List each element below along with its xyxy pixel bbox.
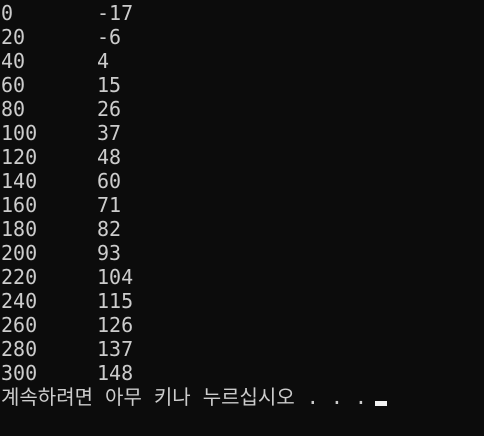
fahrenheit-value: 140 [1,169,38,193]
fahrenheit-value: 20 [1,25,26,49]
fahrenheit-value: 260 [1,313,38,337]
text-cursor [374,401,387,406]
press-any-key-prompt: 계속하려면 아무 키나 누르십시오 . . . [1,385,387,409]
fahrenheit-value: 180 [1,217,38,241]
fahrenheit-value: 300 [1,361,38,385]
fahrenheit-value: 40 [1,49,26,73]
celsius-value: 15 [97,73,122,97]
celsius-value: 137 [97,337,134,361]
celsius-value: 4 [97,49,110,73]
output-row: 0 -17 [1,1,483,25]
output-row: 200 93 [1,241,483,265]
fahrenheit-value: 120 [1,145,38,169]
output-row: 80 26 [1,97,483,121]
fahrenheit-value: 160 [1,193,38,217]
fahrenheit-value: 100 [1,121,38,145]
celsius-value: -17 [97,1,134,25]
celsius-value: 26 [97,97,122,121]
fahrenheit-value: 200 [1,241,38,265]
celsius-value: 126 [97,313,134,337]
output-row: 40 4 [1,49,483,73]
output-row: 20 -6 [1,25,483,49]
celsius-value: 104 [97,265,134,289]
output-row: 260 126 [1,313,483,337]
fahrenheit-value: 280 [1,337,38,361]
output-row: 100 37 [1,121,483,145]
celsius-value: 82 [97,217,122,241]
celsius-value: 115 [97,289,134,313]
celsius-value: 48 [97,145,122,169]
output-row: 180 82 [1,217,483,241]
celsius-value: 71 [97,193,122,217]
fahrenheit-value: 80 [1,97,26,121]
fahrenheit-value: 0 [1,1,14,25]
output-row: 220 104 [1,265,483,289]
fahrenheit-value: 220 [1,265,38,289]
output-row: 240 115 [1,289,483,313]
celsius-value: 37 [97,121,122,145]
output-row: 280 137 [1,337,483,361]
celsius-value: -6 [97,25,122,49]
output-row: 120 48 [1,145,483,169]
output-row: 300 148 [1,361,483,385]
output-row: 160 71 [1,193,483,217]
console-window: 0 -17 20 -6 40 4 60 15 80 26 100 37 120 … [0,0,484,436]
prompt-text: 계속하려면 아무 키나 누르십시오 . . . [1,385,367,409]
celsius-value: 148 [97,361,134,385]
fahrenheit-value: 240 [1,289,38,313]
output-row: 140 60 [1,169,483,193]
fahrenheit-value: 60 [1,73,26,97]
celsius-value: 60 [97,169,122,193]
output-row: 60 15 [1,73,483,97]
celsius-value: 93 [97,241,122,265]
output-table: 0 -17 20 -6 40 4 60 15 80 26 100 37 120 … [1,1,483,385]
